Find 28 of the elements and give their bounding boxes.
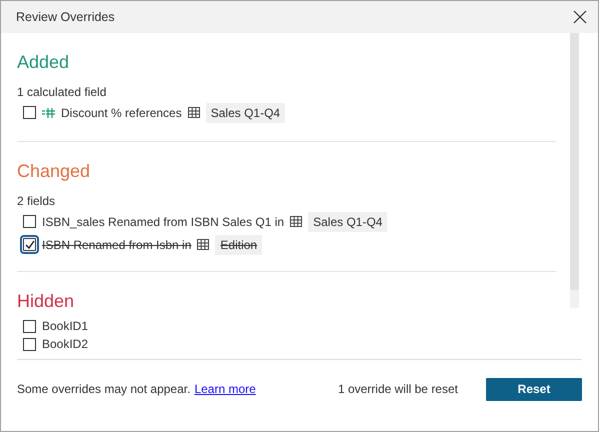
field-label: BookID2 (42, 337, 88, 351)
field-label: BookID1 (42, 319, 88, 333)
reset-status: 1 override will be reset (338, 382, 458, 396)
table-icon (188, 107, 200, 118)
table-icon (197, 239, 210, 250)
checkbox[interactable] (23, 338, 36, 350)
reset-button[interactable]: Reset (486, 378, 582, 400)
table-tag: Sales Q1-Q4 (206, 102, 286, 122)
field-label: ISBN Renamed from Isbn in (42, 238, 192, 252)
scrollbar[interactable] (570, 33, 579, 308)
checkbox[interactable] (23, 238, 36, 251)
section-count: 1 calculated field (17, 84, 108, 101)
section-heading: Added (17, 51, 70, 73)
footer-note: Some overrides may not appear. (17, 382, 190, 396)
checkbox[interactable] (23, 215, 36, 228)
field-label: Discount % references (61, 106, 182, 120)
table-tag: Sales Q1-Q4 (308, 212, 388, 232)
section-heading: Hidden (17, 290, 76, 312)
checkbox[interactable] (23, 106, 36, 119)
table-icon (290, 216, 302, 227)
section-heading: Changed (17, 160, 92, 182)
window-title: Review Overrides (16, 10, 115, 24)
section-count: 2 fields (17, 193, 56, 210)
field-label: ISBN_sales Renamed from ISBN Sales Q1 in (42, 214, 284, 228)
table-tag: Edition (215, 234, 262, 254)
checkbox[interactable] (23, 320, 36, 332)
learn-more-link[interactable]: Learn more (194, 382, 256, 396)
calculated-field-icon (42, 107, 55, 118)
